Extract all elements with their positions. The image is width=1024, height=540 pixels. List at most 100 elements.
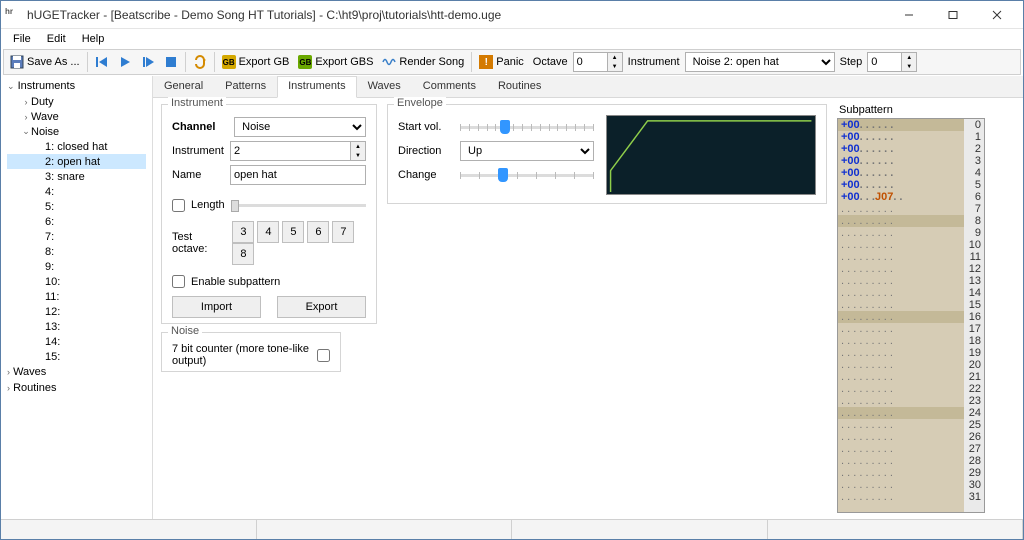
step-arrows[interactable]: ▲▼ [901, 52, 917, 72]
instr-num-label: Instrument [172, 145, 224, 157]
chevron-down-icon[interactable]: ⌄ [7, 81, 15, 91]
sidebar-header: Instruments [18, 80, 75, 92]
start-vol-slider[interactable] [460, 118, 594, 136]
start-vol-label: Start vol. [398, 121, 454, 133]
tab-patterns[interactable]: Patterns [214, 76, 277, 97]
panic-button[interactable]: !Panic [475, 51, 528, 73]
enable-subpattern-checkbox[interactable] [172, 275, 185, 288]
menu-edit[interactable]: Edit [39, 31, 74, 47]
direction-label: Direction [398, 145, 454, 157]
direction-select[interactable]: Up [460, 141, 594, 161]
instr-name-input[interactable] [230, 165, 366, 185]
sidebar-routines[interactable]: Routines [13, 382, 56, 394]
test-octave-7[interactable]: 7 [332, 221, 354, 243]
tree-item[interactable]: 2: open hat [7, 154, 146, 169]
status-bar [1, 519, 1023, 539]
channel-select[interactable]: Noise [234, 117, 366, 137]
octave-arrows[interactable]: ▲▼ [607, 52, 623, 72]
subpattern-panel: Subpattern +00 . . . . . .+00 . . . . . … [837, 104, 985, 513]
stop-icon [164, 55, 178, 69]
octave-spinner[interactable]: ▲▼ [573, 52, 623, 72]
seven-bit-checkbox[interactable] [317, 349, 330, 362]
maximize-button[interactable] [931, 1, 975, 29]
tab-general[interactable]: General [153, 76, 214, 97]
test-octave-4[interactable]: 4 [257, 221, 279, 243]
play-start-button[interactable] [114, 51, 136, 73]
test-octave-3[interactable]: 3 [232, 221, 254, 243]
export-gbs-button[interactable]: GBExport GBS [294, 51, 377, 73]
tree-item[interactable]: 13: [7, 319, 146, 334]
instr-name-label: Name [172, 169, 224, 181]
tree-item[interactable]: 1: closed hat [7, 139, 146, 154]
subpattern-cells[interactable]: +00 . . . . . .+00 . . . . . .+00 . . . … [838, 119, 964, 512]
play-bar-icon [141, 55, 155, 69]
tree-item[interactable]: ⌄Noise [7, 124, 146, 139]
tree-item[interactable]: 8: [7, 244, 146, 259]
minimize-button[interactable] [887, 1, 931, 29]
tab-instruments[interactable]: Instruments [277, 76, 356, 98]
toolbar: Save As ... GBExport GB GBExport GBS Ren… [3, 49, 1021, 75]
play-cursor-button[interactable] [137, 51, 159, 73]
tree-item[interactable]: 6: [7, 214, 146, 229]
instrument-dropdown[interactable]: Noise 2: open hat [685, 52, 835, 72]
tree-item[interactable]: ›Wave [7, 109, 146, 124]
subpattern-rownums: 0123456789101112131415161718192021222324… [964, 119, 984, 512]
tree-item[interactable]: 12: [7, 304, 146, 319]
play-icon [118, 55, 132, 69]
panic-label: Panic [496, 56, 524, 68]
length-checkbox[interactable] [172, 199, 185, 212]
length-slider[interactable] [231, 196, 366, 214]
tree-item[interactable]: 9: [7, 259, 146, 274]
tree-item[interactable]: 10: [7, 274, 146, 289]
chevron-right-icon[interactable]: › [7, 367, 10, 377]
rewind-button[interactable] [91, 51, 113, 73]
import-button[interactable]: Import [172, 296, 261, 318]
test-octave-6[interactable]: 6 [307, 221, 329, 243]
step-input[interactable] [867, 52, 901, 72]
loop-button[interactable] [189, 51, 211, 73]
tab-routines[interactable]: Routines [487, 76, 552, 97]
octave-input[interactable] [573, 52, 607, 72]
export-button[interactable]: Export [277, 296, 366, 318]
menu-help[interactable]: Help [74, 31, 113, 47]
tree-item[interactable]: 14: [7, 334, 146, 349]
close-button[interactable] [975, 1, 1019, 29]
step-spinner[interactable]: ▲▼ [867, 52, 917, 72]
instr-num-arrows[interactable]: ▲▼ [350, 141, 366, 161]
stop-button[interactable] [160, 51, 182, 73]
tab-comments[interactable]: Comments [412, 76, 487, 97]
save-as-button[interactable]: Save As ... [6, 51, 84, 73]
loop-icon [193, 55, 207, 69]
menu-file[interactable]: File [5, 31, 39, 47]
tree-item[interactable]: 7: [7, 229, 146, 244]
render-song-button[interactable]: Render Song [378, 51, 468, 73]
export-gb-button[interactable]: GBExport GB [218, 51, 294, 73]
length-label: Length [191, 199, 225, 211]
tree-item[interactable]: 5: [7, 199, 146, 214]
save-as-label: Save As ... [27, 56, 80, 68]
tab-waves[interactable]: Waves [357, 76, 412, 97]
tree-item[interactable]: ›Duty [7, 94, 146, 109]
envelope-legend: Envelope [394, 97, 446, 109]
instrument-toolbar-label: Instrument [624, 56, 684, 68]
sidebar: ⌄ Instruments ›Duty›Wave⌄Noise1: closed … [1, 76, 153, 519]
chevron-right-icon[interactable]: › [7, 383, 10, 393]
envelope-group: Envelope Start vol. DirectionUp Change [387, 104, 827, 204]
titlebar: hr hUGETracker - [Beatscribe - Demo Song… [1, 1, 1023, 29]
step-label: Step [836, 56, 867, 68]
octave-label: Octave [529, 56, 572, 68]
test-octave-5[interactable]: 5 [282, 221, 304, 243]
instr-num-input[interactable] [230, 141, 350, 161]
tree-item[interactable]: 11: [7, 289, 146, 304]
change-slider[interactable] [460, 166, 594, 184]
tree-item[interactable]: 15: [7, 349, 146, 364]
tree-item[interactable]: 3: snare [7, 169, 146, 184]
enable-subpattern-label: Enable subpattern [191, 276, 280, 288]
test-octave-8[interactable]: 8 [232, 243, 254, 265]
sidebar-waves[interactable]: Waves [13, 366, 46, 378]
seven-bit-label: 7 bit counter (more tone-like output) [172, 343, 311, 367]
tab-bar: GeneralPatternsInstrumentsWavesCommentsR… [153, 76, 1023, 98]
tree-item[interactable]: 4: [7, 184, 146, 199]
rewind-icon [95, 55, 109, 69]
panic-icon: ! [479, 55, 493, 69]
